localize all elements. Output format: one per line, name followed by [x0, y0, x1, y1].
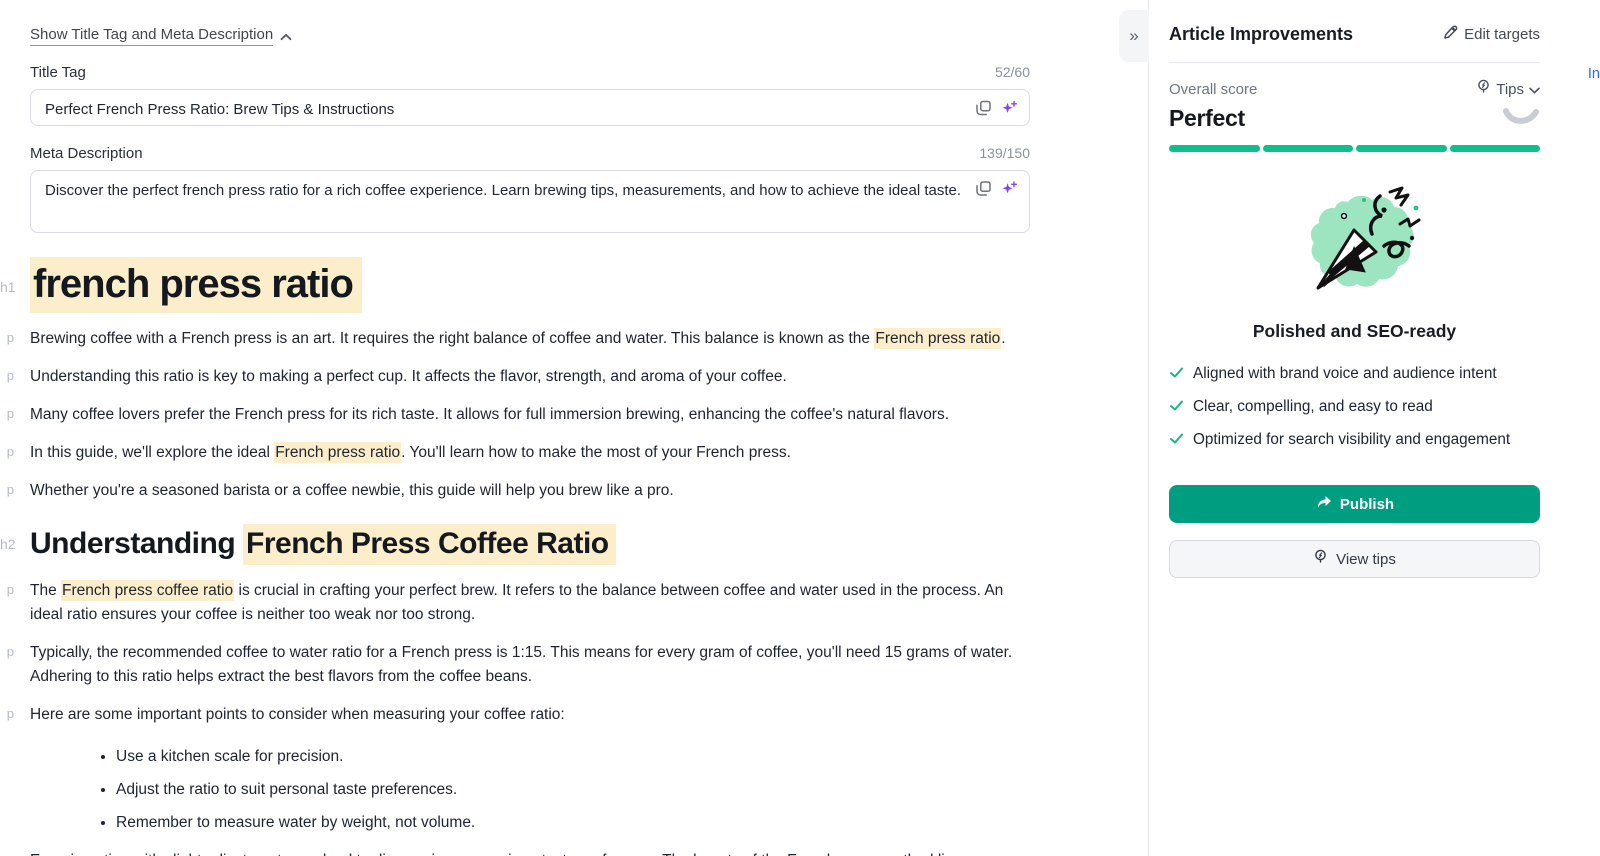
checklist-item: Aligned with brand voice and audience in… [1169, 362, 1540, 385]
publish-button[interactable]: Publish [1169, 485, 1540, 523]
block-type-marker: h2 [0, 536, 14, 552]
block-type-marker: p [0, 444, 14, 459]
p-block[interactable]: pThe French press coffee ratio is crucia… [30, 579, 1035, 627]
paragraph-text: In this guide, we'll explore the ideal F… [30, 441, 1035, 465]
double-chevron-right-icon: » [1129, 26, 1138, 46]
checklist-item-text: Optimized for search visibility and enga… [1193, 428, 1510, 451]
p-block[interactable]: pHere are some important points to consi… [30, 703, 1035, 727]
checklist-item-text: Clear, compelling, and easy to read [1193, 395, 1433, 418]
copy-icon[interactable] [975, 99, 992, 116]
document-body[interactable]: h1french press ratio pBrewing coffee with… [30, 257, 1035, 856]
block-type-marker: p [0, 644, 14, 659]
publish-button-label: Publish [1340, 496, 1394, 513]
checklist-item: Optimized for search visibility and enga… [1169, 428, 1540, 451]
paragraph-text: Whether you're a seasoned barista or a c… [30, 479, 1035, 503]
keyword-highlight: French press coffee ratio [61, 580, 234, 601]
panel-divider [1169, 62, 1540, 63]
check-icon [1169, 398, 1184, 413]
spinner-arc [1502, 104, 1540, 133]
tips-dropdown[interactable]: Tips [1476, 79, 1540, 99]
block-type-marker: p [0, 330, 14, 345]
paragraph-text: Experimenting with slight adjustments ca… [30, 849, 1035, 856]
heading-text: Understanding French Press Coffee Ratio [30, 521, 1035, 567]
publish-arrow-icon [1315, 495, 1332, 514]
edit-targets-button[interactable]: Edit targets [1442, 25, 1540, 45]
progress-segment [1263, 145, 1354, 152]
edge-link-fragment[interactable]: In [1588, 66, 1600, 82]
paragraph-text: Typically, the recommended coffee to wat… [30, 641, 1035, 689]
title-tag-label: Title Tag [30, 64, 86, 81]
list-item[interactable]: Adjust the ratio to suit personal taste … [116, 778, 1035, 802]
keyword-highlight: French press ratio [274, 442, 401, 463]
edit-targets-label: Edit targets [1464, 26, 1540, 43]
progress-segment [1450, 145, 1541, 152]
p-block[interactable]: pBrewing coffee with a French press is a… [30, 327, 1035, 351]
bullet-list-block[interactable]: Use a kitchen scale for precision. Adjust… [30, 745, 1035, 835]
p-block[interactable]: pExperimenting with slight adjustments c… [30, 849, 1035, 856]
chevron-up-icon [280, 28, 292, 46]
status-title: Polished and SEO-ready [1169, 321, 1540, 342]
p-block[interactable]: pTypically, the recommended coffee to wa… [30, 641, 1035, 689]
keyword-highlight: french press ratio [30, 257, 362, 313]
title-tag-input[interactable]: Perfect French Press Ratio: Brew Tips & … [30, 89, 1030, 126]
meta-description-value: Discover the perfect french press ratio … [45, 182, 961, 199]
keyword-highlight: French press ratio [874, 328, 1001, 349]
paragraph-text: Understanding this ratio is key to makin… [30, 365, 1035, 389]
ai-sparkle-icon[interactable] [1002, 181, 1017, 196]
checklist-item-text: Aligned with brand voice and audience in… [1193, 362, 1497, 385]
h2-block[interactable]: h2Understanding French Press Coffee Rati… [30, 521, 1035, 567]
p-block[interactable]: pUnderstanding this ratio is key to maki… [30, 365, 1035, 389]
show-meta-toggle[interactable]: Show Title Tag and Meta Description [30, 26, 1030, 46]
list-item[interactable]: Use a kitchen scale for precision. [116, 745, 1035, 769]
copy-icon[interactable] [975, 180, 992, 197]
title-tag-value: Perfect French Press Ratio: Brew Tips & … [45, 101, 394, 118]
paragraph-text: Brewing coffee with a French press is an… [30, 327, 1035, 351]
list-item[interactable]: Remember to measure water by weight, not… [116, 811, 1035, 835]
edit-pencil-icon [1442, 25, 1458, 45]
article-improvements-panel: » In Article Improvements Edit targets O… [1148, 0, 1600, 856]
keyword-highlight: French Press Coffee Ratio [243, 524, 616, 565]
progress-segment [1169, 145, 1260, 152]
p-block[interactable]: pMany coffee lovers prefer the French pr… [30, 403, 1035, 427]
status-checklist: Aligned with brand voice and audience in… [1169, 362, 1540, 451]
p-block[interactable]: pIn this guide, we'll explore the ideal … [30, 441, 1035, 465]
block-type-marker: p [0, 706, 14, 721]
editor-pane: Show Title Tag and Meta Description Titl… [0, 0, 1148, 856]
tips-bulb-icon [1476, 79, 1491, 99]
chevron-down-icon [1529, 81, 1540, 98]
show-meta-toggle-label[interactable]: Show Title Tag and Meta Description [30, 26, 273, 46]
check-icon [1169, 365, 1184, 380]
meta-description-label: Meta Description [30, 145, 143, 162]
check-icon [1169, 431, 1184, 446]
party-popper-illustration [1266, 186, 1444, 309]
tips-bulb-icon [1313, 549, 1328, 569]
score-progress-bar [1169, 145, 1540, 152]
heading-text: french press ratio [30, 257, 1035, 311]
paragraph-text: Here are some important points to consid… [30, 703, 1035, 727]
title-tag-counter: 52/60 [995, 64, 1030, 80]
paragraph-text: Many coffee lovers prefer the French pre… [30, 403, 1035, 427]
meta-description-counter: 139/150 [979, 145, 1030, 161]
block-type-marker: p [0, 368, 14, 383]
block-type-marker: p [0, 482, 14, 497]
overall-score-label: Overall score [1169, 81, 1257, 98]
block-type-marker: p [0, 852, 14, 856]
block-type-marker: p [0, 406, 14, 421]
tips-label: Tips [1496, 81, 1524, 98]
progress-segment [1356, 145, 1447, 152]
checklist-item: Clear, compelling, and easy to read [1169, 395, 1540, 418]
overall-score-value: Perfect [1169, 105, 1245, 132]
panel-title: Article Improvements [1169, 24, 1353, 45]
p-block[interactable]: pWhether you're a seasoned barista or a … [30, 479, 1035, 503]
collapse-panel-button[interactable]: » [1119, 10, 1149, 62]
paragraph-text: The French press coffee ratio is crucial… [30, 579, 1035, 627]
view-tips-label: View tips [1336, 551, 1396, 568]
meta-description-input[interactable]: Discover the perfect french press ratio … [30, 170, 1030, 233]
block-type-marker: h1 [0, 279, 14, 295]
block-type-marker: p [0, 582, 14, 597]
view-tips-button[interactable]: View tips [1169, 540, 1540, 578]
h1-block[interactable]: h1french press ratio [30, 257, 1035, 311]
ai-sparkle-icon[interactable] [1002, 100, 1017, 115]
